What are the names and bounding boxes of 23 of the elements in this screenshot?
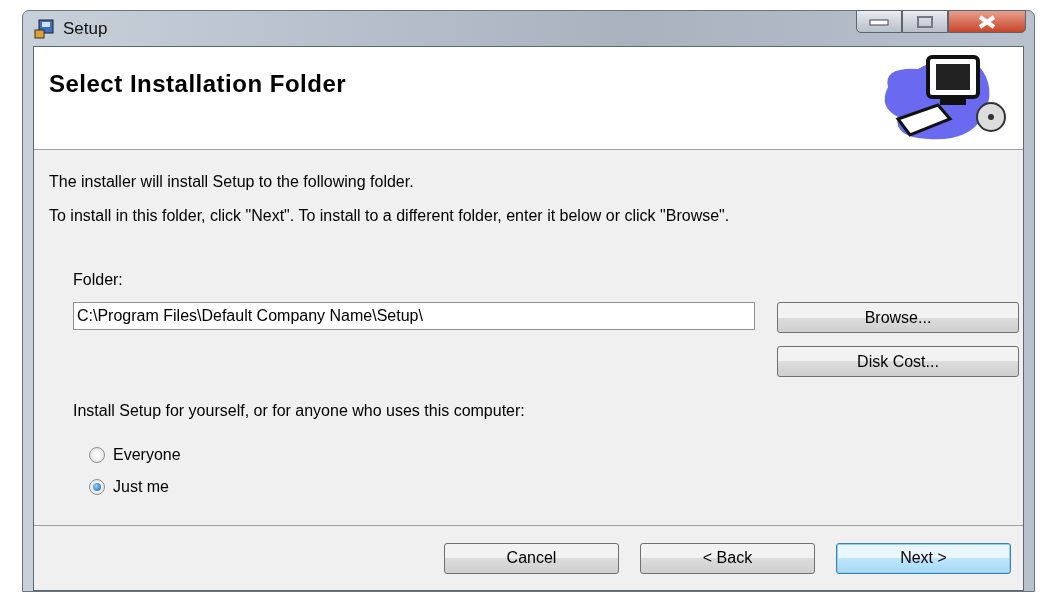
- install-scope-label: Install Setup for yourself, or for anyone who uses this computer:: [73, 402, 526, 420]
- window-title: Setup: [63, 18, 108, 39]
- instruction-text: The installer will install Setup to the following folder.: [49, 173, 415, 191]
- maximize-icon: [917, 15, 933, 28]
- radio-label: Just me: [113, 478, 169, 496]
- dialog-button[interactable]: Cancel: [444, 542, 619, 574]
- close-icon: [977, 14, 997, 29]
- minimize-icon: [869, 17, 889, 26]
- maximize-button[interactable]: [902, 10, 948, 33]
- browse-button[interactable]: Browse...: [777, 302, 1019, 333]
- radio-label: Everyone: [113, 446, 181, 464]
- field-label: Folder:: [73, 271, 124, 289]
- dialog-button[interactable]: < Back: [640, 542, 815, 574]
- instruction-text: To install in this folder, click "Next". To install to a different folder, enter it below or click "Browse".: [49, 207, 731, 225]
- close-button[interactable]: [948, 10, 1026, 33]
- dialog-button[interactable]: Next >: [836, 542, 1011, 574]
- minimize-button[interactable]: [856, 10, 902, 33]
- folder-path-field[interactable]: C:\Program Files\Default Company Name\Setup\: [73, 302, 755, 330]
- radio-button[interactable]: [89, 447, 105, 463]
- installer-icon: [33, 17, 55, 40]
- radio-button[interactable]: [89, 479, 105, 495]
- page-title: Select Installation Folder: [49, 70, 347, 99]
- disk-cost-button[interactable]: Disk Cost...: [777, 346, 1019, 377]
